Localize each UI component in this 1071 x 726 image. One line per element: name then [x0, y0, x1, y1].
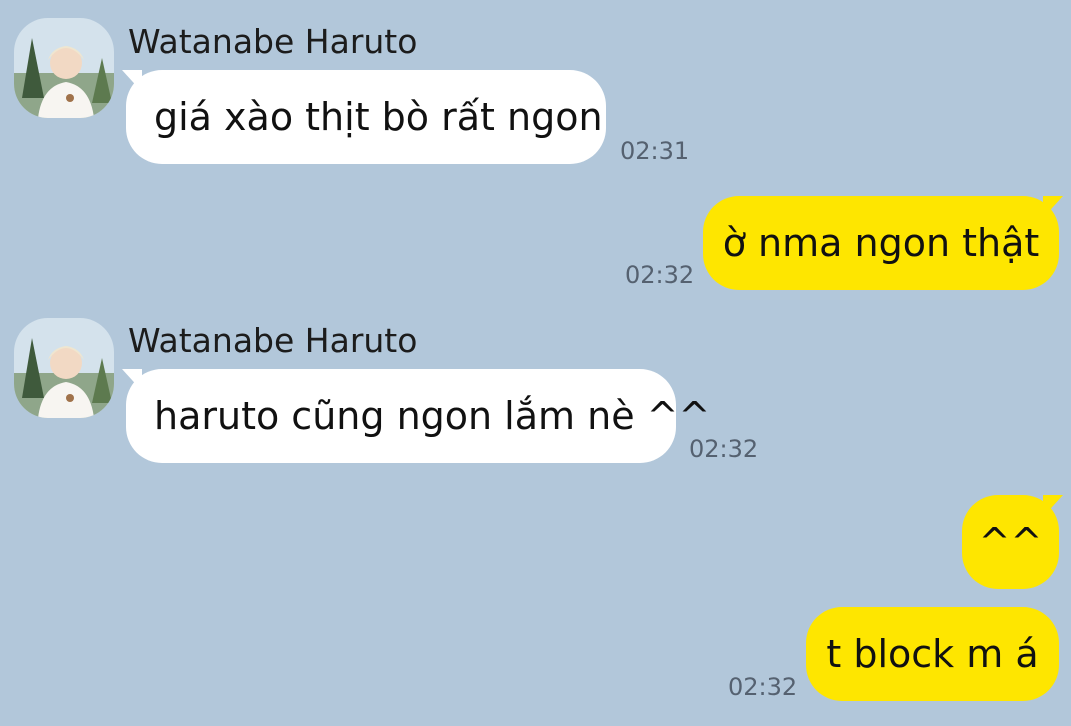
- sender-avatar[interactable]: [14, 318, 114, 418]
- message-time: 02:31: [620, 137, 690, 165]
- message-time: 02:32: [625, 261, 695, 289]
- sender-name: Watanabe Haruto: [128, 22, 418, 61]
- message-bubble-outgoing[interactable]: t block m á: [806, 607, 1059, 701]
- sender-name: Watanabe Haruto: [128, 321, 418, 360]
- message-time: 02:32: [689, 435, 759, 463]
- sender-avatar[interactable]: [14, 18, 114, 118]
- message-bubble-outgoing[interactable]: ờ nma ngon thật: [703, 196, 1059, 290]
- message-time: 02:32: [728, 673, 798, 701]
- chat-room: Watanabe Haruto giá xào thịt bò rất ngon…: [0, 0, 1071, 726]
- bubble-tail: [1043, 495, 1063, 517]
- message-bubble-incoming[interactable]: giá xào thịt bò rất ngon: [126, 70, 606, 164]
- message-bubble-incoming[interactable]: haruto cũng ngon lắm nè ^^: [126, 369, 710, 463]
- bubble-tail: [1043, 196, 1063, 218]
